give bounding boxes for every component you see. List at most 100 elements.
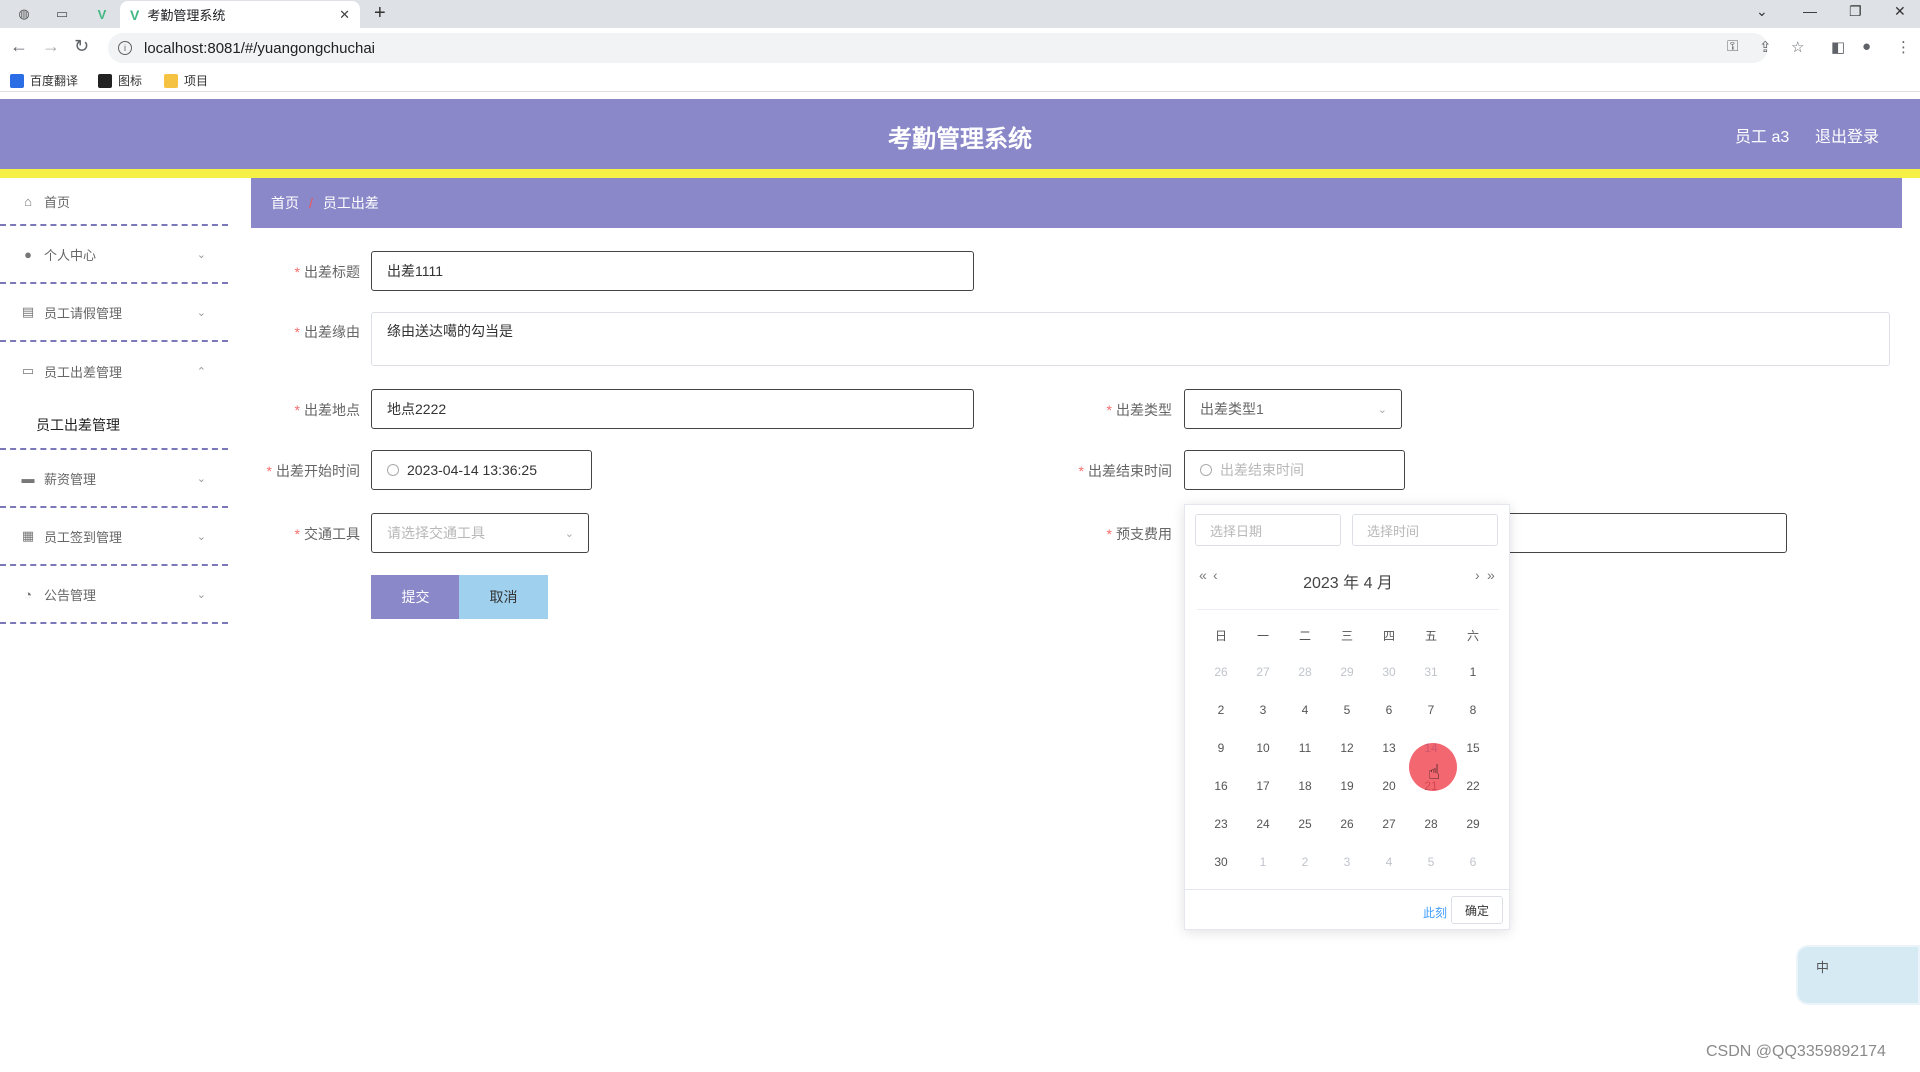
weekday-header: 四 <box>1382 629 1395 643</box>
calendar-day[interactable]: 5 <box>1329 703 1365 717</box>
calendar-day[interactable]: 1 <box>1455 665 1491 679</box>
calendar-day[interactable]: 30 <box>1371 665 1407 679</box>
back-icon[interactable]: ← <box>10 36 28 57</box>
reason-textarea[interactable]: 绦由送达噶的勾当是 <box>371 312 1890 366</box>
calendar-day[interactable]: 7 <box>1413 703 1449 717</box>
title-label: * 出差标题 <box>294 264 360 280</box>
user-icon: ● <box>24 246 32 262</box>
reason-label: * 出差缘由 <box>294 324 360 340</box>
calendar-day[interactable]: 17 <box>1245 779 1281 793</box>
menu-icon[interactable]: ⋮ <box>1896 38 1911 56</box>
globe-icon[interactable]: ◍ <box>12 4 36 24</box>
cancel-button[interactable]: 取消 <box>459 575 548 619</box>
calendar-day[interactable]: 12 <box>1329 741 1365 755</box>
key-icon[interactable]: ⚿ <box>1727 38 1738 55</box>
picker-date-input[interactable]: 选择日期 <box>1195 514 1341 546</box>
location-input[interactable]: 地点2222 <box>371 389 974 429</box>
calendar-day[interactable]: 15 <box>1455 741 1491 755</box>
bookmark-icons[interactable]: 图标 <box>98 72 142 89</box>
end-time-input[interactable]: 出差结束时间 <box>1184 450 1405 490</box>
forward-icon[interactable]: → <box>42 36 60 57</box>
sidebar-item-home[interactable]: ⌂ 首页 <box>0 178 228 226</box>
sidebar-item-salary[interactable]: ▬ 薪资管理 ⌄ <box>0 450 228 508</box>
confirm-button[interactable]: 确定 <box>1451 896 1503 924</box>
calendar-day[interactable]: 1 <box>1245 855 1281 869</box>
bookmark-baidu-translate[interactable]: 百度翻译 <box>10 72 78 89</box>
share-icon[interactable]: ⇪ <box>1759 38 1772 56</box>
calendar-day[interactable]: 28 <box>1287 665 1323 679</box>
calendar-day[interactable]: 28 <box>1413 817 1449 831</box>
calendar-day[interactable]: 4 <box>1371 855 1407 869</box>
title-input[interactable]: 出差1111 <box>371 251 974 291</box>
calendar-day[interactable]: 24 <box>1245 817 1281 831</box>
calendar-day[interactable]: 6 <box>1371 703 1407 717</box>
sidebar-item-business-trip[interactable]: ▭ 员工出差管理 ⌃ <box>0 342 228 400</box>
sidebar-item-checkin[interactable]: ▦ 员工签到管理 ⌄ <box>0 508 228 566</box>
info-icon[interactable]: i <box>118 41 132 55</box>
calendar-day[interactable]: 11 <box>1287 741 1323 755</box>
close-window-icon[interactable]: ✕ <box>1894 3 1906 20</box>
sidebar-subitem-business-trip[interactable]: 员工出差管理 <box>0 400 228 450</box>
calendar-day[interactable]: 27 <box>1371 817 1407 831</box>
calendar-day[interactable]: 27 <box>1245 665 1281 679</box>
calendar-day[interactable]: 13 <box>1371 741 1407 755</box>
calendar-day[interactable]: 29 <box>1455 817 1491 831</box>
sidebar-item-profile[interactable]: ● 个人中心 ⌄ <box>0 226 228 284</box>
logout-link[interactable]: 退出登录 <box>1815 123 1879 147</box>
calendar-day[interactable]: 8 <box>1455 703 1491 717</box>
sidebar-item-leave[interactable]: ▤ 员工请假管理 ⌄ <box>0 284 228 342</box>
start-time-input[interactable]: 2023-04-14 13:36:25 <box>371 450 592 490</box>
chevron-down-icon[interactable]: ⌄ <box>1756 3 1768 20</box>
vue-icon[interactable]: V <box>90 4 114 24</box>
calendar-day[interactable]: 5 <box>1413 855 1449 869</box>
calendar-day[interactable]: 26 <box>1203 665 1239 679</box>
type-select[interactable]: 出差类型1 ⌄ <box>1184 389 1402 429</box>
reason-value: 绦由送达噶的勾当是 <box>387 323 513 339</box>
calendar-day[interactable]: 9 <box>1203 741 1239 755</box>
picker-time-input[interactable]: 选择时间 <box>1352 514 1498 546</box>
calendar-day[interactable]: 6 <box>1455 855 1491 869</box>
calendar-day[interactable]: 23 <box>1203 817 1239 831</box>
now-button[interactable]: 此刻 <box>1423 904 1447 921</box>
calendar-day[interactable]: 3 <box>1329 855 1365 869</box>
calendar-day[interactable]: 10 <box>1245 741 1281 755</box>
breadcrumb-home[interactable]: 首页 <box>271 193 299 213</box>
close-icon[interactable]: ✕ <box>339 7 350 23</box>
transport-select[interactable]: 请选择交通工具 ⌄ <box>371 513 589 553</box>
chevron-down-icon: ⌄ <box>196 472 206 485</box>
calendar-day[interactable]: 2 <box>1203 703 1239 717</box>
floating-ime-widget[interactable]: 中 <box>1796 945 1920 1005</box>
next-year-icon[interactable]: » <box>1487 567 1495 583</box>
calendar-day[interactable]: 4 <box>1287 703 1323 717</box>
bookmark-projects[interactable]: 项目 <box>164 72 208 89</box>
new-tab-button[interactable]: + <box>374 2 386 25</box>
sidebar-item-label: 员工出差管理 <box>44 364 123 380</box>
next-month-icon[interactable]: › <box>1475 567 1480 583</box>
url-field[interactable]: i localhost:8081/#/yuangongchuchai <box>108 33 1768 63</box>
calendar-day[interactable]: 30 <box>1203 855 1239 869</box>
calendar-day[interactable]: 20 <box>1371 779 1407 793</box>
calendar-day[interactable]: 18 <box>1287 779 1323 793</box>
sidepanel-icon[interactable]: ◧ <box>1831 38 1845 56</box>
calendar-day[interactable]: 16 <box>1203 779 1239 793</box>
calendar-day[interactable]: 2 <box>1287 855 1323 869</box>
calendar-day[interactable]: 3 <box>1245 703 1281 717</box>
calendar-day[interactable]: 26 <box>1329 817 1365 831</box>
calendar-day[interactable]: 19 <box>1329 779 1365 793</box>
page-icon[interactable]: ▭ <box>50 4 74 24</box>
restore-icon[interactable]: ❐ <box>1849 3 1862 20</box>
calendar-day[interactable]: 25 <box>1287 817 1323 831</box>
active-browser-tab[interactable]: V 考勤管理系统 ✕ <box>120 1 360 28</box>
profile-icon[interactable]: ● <box>1862 38 1871 55</box>
submit-button[interactable]: 提交 <box>371 575 460 619</box>
bookmarks-bar: 百度翻译 图标 项目 <box>0 68 1920 92</box>
sidebar-item-notice[interactable]: ◔ 公告管理 ⌄ <box>0 566 228 624</box>
chart-icon: ▤ <box>21 304 35 319</box>
minimize-icon[interactable]: — <box>1803 3 1817 19</box>
reload-icon[interactable]: ↻ <box>74 36 89 57</box>
calendar-day[interactable]: 31 <box>1413 665 1449 679</box>
calendar-day[interactable]: 29 <box>1329 665 1365 679</box>
calendar-day[interactable]: 22 <box>1455 779 1491 793</box>
picker-month-header[interactable]: 2023 年 4 月 <box>1185 569 1511 593</box>
star-icon[interactable]: ☆ <box>1791 38 1804 56</box>
